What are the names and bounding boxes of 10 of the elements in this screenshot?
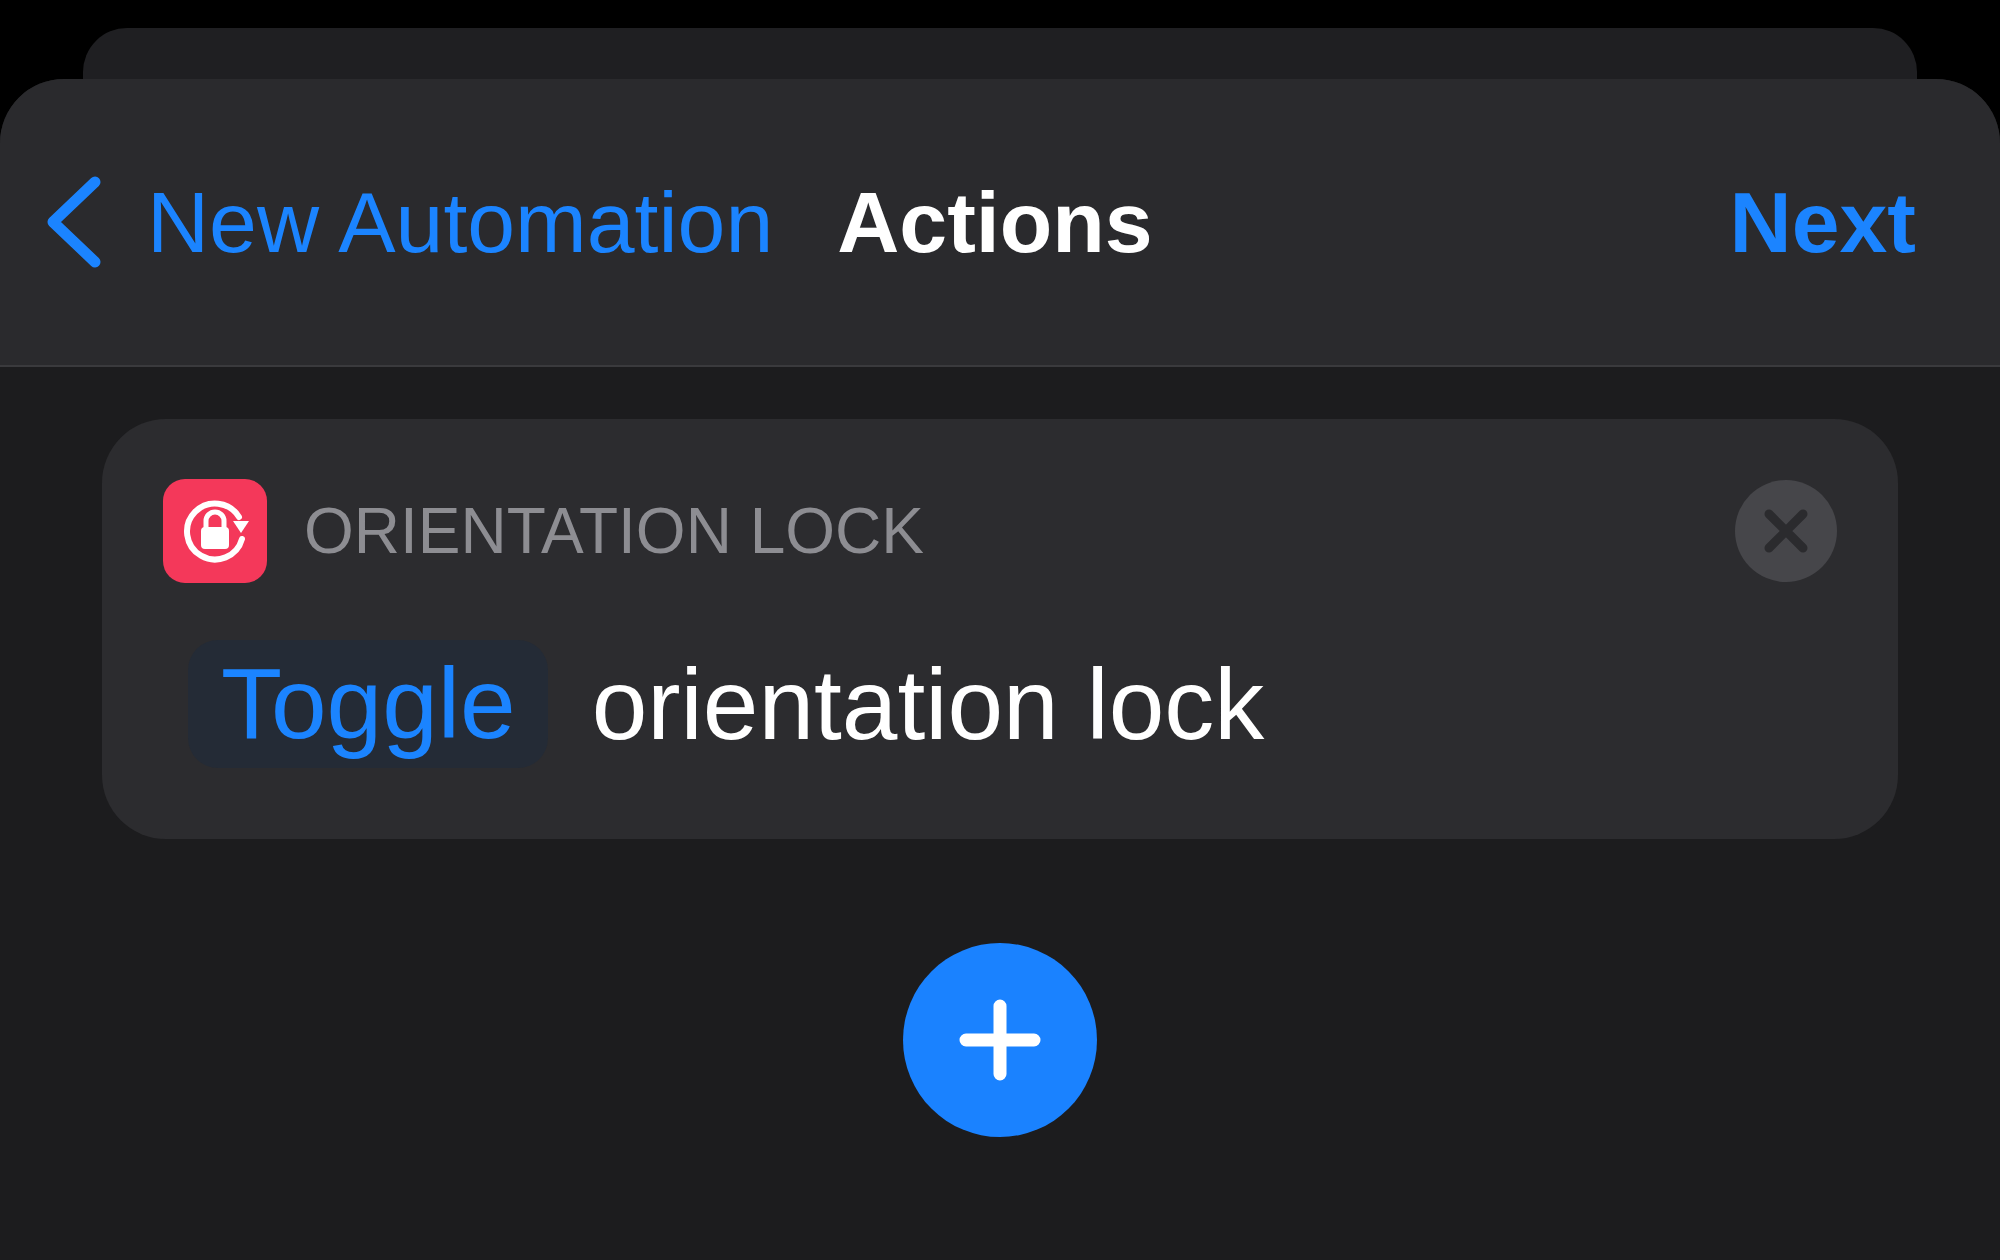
close-icon	[1764, 509, 1808, 553]
rotation-lock-icon	[163, 479, 267, 583]
chevron-icon	[45, 176, 102, 268]
plus-icon	[959, 999, 1041, 1081]
parameter-button[interactable]: Toggle	[188, 640, 548, 768]
action-category-label: ORIENTATION LOCK	[304, 495, 924, 567]
action-description: orientation lock	[591, 646, 1265, 762]
screen-title: Actions	[837, 172, 1153, 272]
next-button[interactable]: Next	[1729, 172, 1916, 272]
back-button[interactable]: New Automation	[45, 172, 774, 272]
